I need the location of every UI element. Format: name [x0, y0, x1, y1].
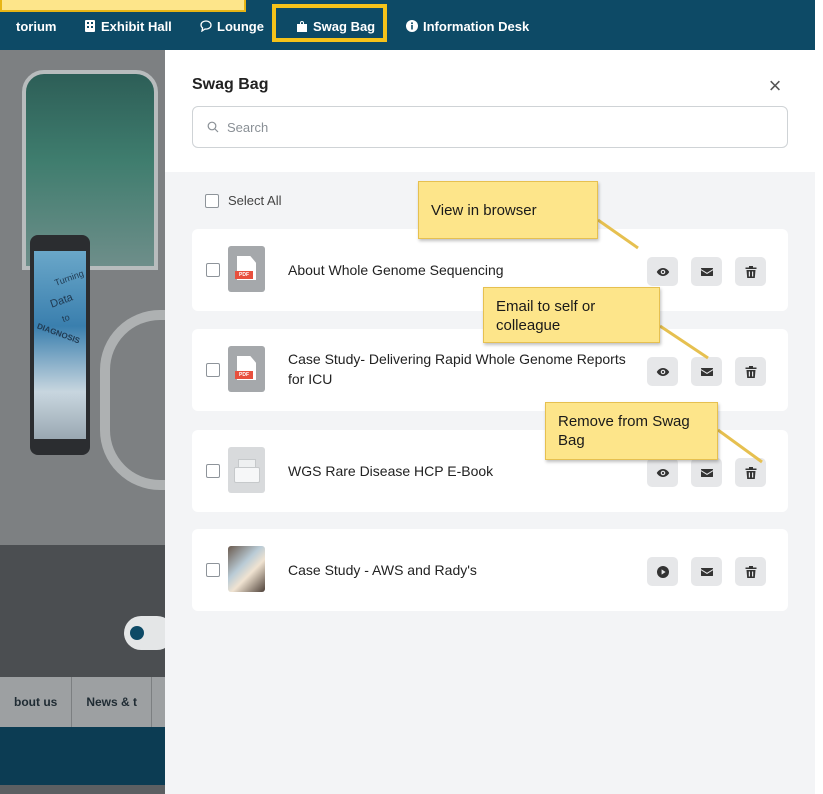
nav-item-label: Information Desk — [423, 18, 530, 34]
pdf-tag: PDF — [235, 271, 253, 279]
item-actions — [647, 458, 766, 487]
eye-icon — [656, 267, 669, 276]
info-icon — [406, 20, 418, 32]
nav-item-label: Exhibit Hall — [101, 18, 172, 34]
footer-strip — [0, 727, 170, 785]
envelope-icon — [700, 567, 713, 576]
email-button[interactable] — [691, 557, 722, 586]
trash-icon — [745, 265, 756, 278]
search-icon — [207, 121, 219, 133]
select-all[interactable]: Select All — [205, 193, 281, 208]
item-checkbox[interactable] — [206, 263, 220, 277]
swag-bag-highlight-box — [272, 4, 387, 42]
envelope-icon — [700, 267, 713, 276]
pdf-tag: PDF — [235, 371, 253, 379]
play-button[interactable] — [647, 557, 678, 586]
view-button[interactable] — [647, 458, 678, 487]
nav-item-lounge[interactable]: Lounge — [200, 17, 264, 35]
panel-header: Swag Bag × — [165, 50, 815, 172]
item-actions — [647, 257, 766, 286]
building-icon — [85, 20, 95, 32]
view-button[interactable] — [647, 357, 678, 386]
annotation-tab — [0, 0, 246, 12]
email-button[interactable] — [691, 257, 722, 286]
list-item: Case Study - AWS and Rady's — [192, 529, 788, 611]
footer-links: bout us News & t — [0, 677, 170, 727]
video-thumbnail — [228, 546, 265, 592]
nav-item-information-desk[interactable]: Information Desk — [406, 17, 529, 35]
envelope-icon — [700, 468, 713, 477]
search-input[interactable] — [227, 119, 767, 135]
remove-button[interactable] — [735, 458, 766, 487]
item-actions — [647, 357, 766, 386]
eye-icon — [656, 367, 669, 376]
item-checkbox[interactable] — [206, 464, 220, 478]
chat-icon — [200, 20, 212, 32]
item-actions — [647, 557, 766, 586]
item-title: Case Study - AWS and Rady's — [288, 562, 477, 578]
kiosk-screen: Turning Data to DIAGNOSIS — [34, 251, 86, 439]
panel-body: Select All PDF About Whole Genome Sequen… — [165, 172, 815, 794]
search-box — [192, 106, 788, 148]
nav-item-exhibit-hall[interactable]: Exhibit Hall — [84, 17, 172, 35]
item-title: WGS Rare Disease HCP E-Book — [288, 463, 494, 479]
item-title: Case Study- Delivering Rapid Whole Genom… — [288, 351, 626, 387]
close-button[interactable]: × — [763, 74, 787, 98]
item-checkbox[interactable] — [206, 363, 220, 377]
select-all-label: Select All — [228, 193, 282, 208]
callout-view-in-browser: View in browser — [418, 181, 598, 239]
email-button[interactable] — [691, 357, 722, 386]
document-thumbnail — [228, 447, 265, 493]
chat-icon — [130, 626, 144, 640]
nav-item-label: Lounge — [217, 18, 264, 34]
remove-button[interactable] — [735, 357, 766, 386]
digital-kiosk: Turning Data to DIAGNOSIS — [30, 235, 90, 455]
lobby-arch — [100, 310, 170, 490]
callout-email: Email to self or colleague — [483, 287, 660, 343]
play-icon — [656, 565, 669, 578]
nav-item-label: torium — [16, 18, 57, 34]
envelope-icon — [700, 367, 713, 376]
kiosk-text: Turning — [53, 268, 85, 288]
email-button[interactable] — [691, 458, 722, 487]
item-checkbox[interactable] — [206, 563, 220, 577]
folder-icon — [234, 467, 260, 483]
footer-link-about-us[interactable]: bout us — [0, 677, 73, 727]
remove-button[interactable] — [735, 257, 766, 286]
panel-title: Swag Bag — [192, 76, 269, 93]
eye-icon — [656, 468, 669, 477]
pdf-thumbnail: PDF — [228, 346, 265, 392]
trash-icon — [745, 466, 756, 479]
select-all-checkbox[interactable] — [205, 193, 219, 208]
kiosk-text: Data — [48, 291, 75, 311]
nav-item-auditorium[interactable]: torium — [16, 17, 56, 35]
kiosk-text: to — [60, 312, 71, 324]
kiosk-text: DIAGNOSIS — [35, 321, 82, 346]
remove-button[interactable] — [735, 557, 766, 586]
footer-link-news[interactable]: News & t — [72, 677, 153, 727]
trash-icon — [745, 565, 756, 578]
callout-remove: Remove from Swag Bag — [545, 402, 718, 460]
pdf-thumbnail: PDF — [228, 246, 265, 292]
view-button[interactable] — [647, 257, 678, 286]
trash-icon — [745, 365, 756, 378]
item-title: About Whole Genome Sequencing — [288, 262, 504, 278]
